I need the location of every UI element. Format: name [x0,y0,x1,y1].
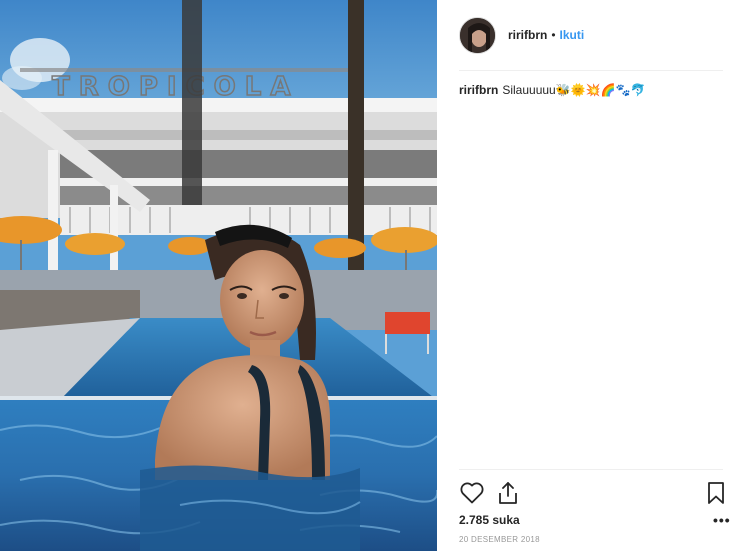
save-button[interactable] [703,480,729,506]
post-caption: ririfbrn Silauuuuu🐝🌞💥🌈🐾🐬 [459,82,645,98]
header-separator: • [551,28,556,42]
post-photo[interactable]: TROPICOLA [0,0,437,551]
share-button[interactable] [495,480,521,506]
post-details-panel: ririfbrn • Ikuti ririfbrn Silauuuuu🐝🌞💥🌈🐾🐬 [437,0,745,551]
tropicola-sign: TROPICOLA [52,72,299,102]
post-header: ririfbrn • Ikuti [459,16,584,54]
like-button[interactable] [459,480,485,506]
header-divider [459,70,723,71]
avatar-image [460,17,495,53]
header-username[interactable]: ririfbrn [508,28,547,42]
ellipsis-icon[interactable]: ••• [713,513,731,527]
caption-username[interactable]: ririfbrn [459,83,498,97]
avatar[interactable] [459,16,496,54]
post-date: 20 DESEMBER 2018 [459,535,540,544]
actions-divider [459,469,723,470]
bookmark-icon [708,482,724,504]
caption-text: Silauuuuu [502,83,556,97]
pool-scene-illustration: TROPICOLA [0,0,437,551]
caption-emojis: 🐝🌞💥🌈🐾🐬 [555,83,646,97]
share-upload-icon [499,482,517,504]
follow-button[interactable]: Ikuti [560,28,585,42]
heart-outline-icon [460,482,484,504]
likes-count[interactable]: 2.785 suka [459,513,520,527]
action-bar [459,480,725,506]
